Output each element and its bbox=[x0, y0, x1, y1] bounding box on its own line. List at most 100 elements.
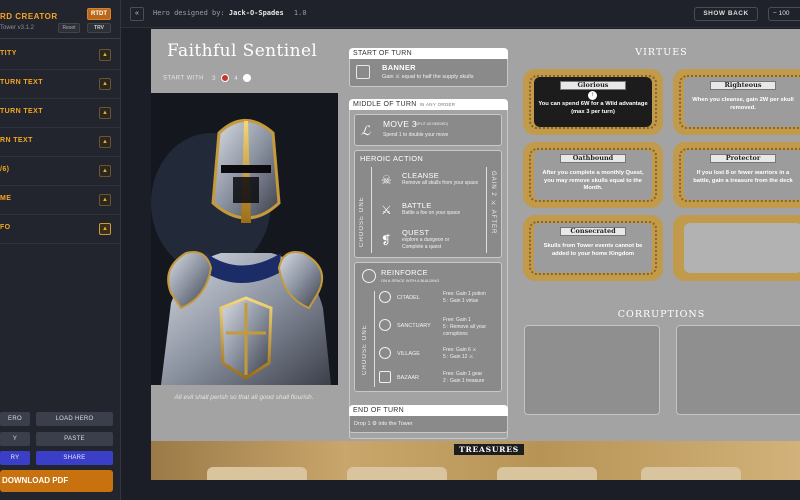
virtue-card-glorious[interactable]: Glorious ↑ You can spend 6W for a Wild a… bbox=[523, 69, 663, 135]
virtue-card-consecrated[interactable]: Consecrated Skulls from Tower events can… bbox=[523, 215, 663, 281]
virtue-card-protector[interactable]: Protector If you lost 8 or fewer warrior… bbox=[673, 142, 800, 208]
divider bbox=[374, 291, 375, 387]
banner-icon bbox=[356, 65, 370, 79]
rtdt-button[interactable]: RTDT bbox=[87, 8, 111, 20]
virtue-text: After you complete a monthly Quest, you … bbox=[542, 170, 644, 191]
designer-prefix: Hero designed by: bbox=[153, 9, 225, 17]
hero-portrait bbox=[151, 93, 338, 385]
virtue-body: Righteous When you cleanse, gain 2W per … bbox=[684, 77, 800, 127]
hero-name: Faithful Sentinel bbox=[167, 41, 318, 61]
save-hero-button[interactable]: ERO bbox=[0, 412, 30, 426]
load-hero-button[interactable]: LOAD HERO bbox=[36, 412, 113, 426]
section-label: /6) bbox=[0, 166, 10, 173]
treasure-slot[interactable] bbox=[207, 467, 307, 480]
start-of-turn-heading: START OF TURN bbox=[349, 48, 508, 59]
treasure-slot[interactable] bbox=[347, 467, 447, 480]
corruption-slot[interactable] bbox=[524, 325, 660, 415]
show-back-button[interactable]: SHOW BACK bbox=[694, 7, 758, 21]
sword-icon: ⚔ bbox=[381, 203, 392, 217]
start-with-label: START WITH bbox=[163, 75, 204, 82]
collapse-sidebar-button[interactable]: « bbox=[130, 7, 144, 21]
building-name: SANCTUARY bbox=[397, 323, 431, 329]
action-text: Complete a quest bbox=[402, 244, 442, 250]
choose-one-label: CHOOSE ONE bbox=[359, 196, 365, 247]
building-pay: 2 : Gain 1 treasure bbox=[443, 378, 485, 384]
reset-button[interactable]: Reset bbox=[58, 23, 80, 33]
chevron-up-icon[interactable]: ▲ bbox=[99, 78, 111, 90]
chevron-up-icon[interactable]: ▲ bbox=[99, 107, 111, 119]
designer-name: Jack-O-Spades bbox=[228, 9, 284, 17]
virtue-body: Glorious ↑ You can spend 6W for a Wild a… bbox=[534, 77, 652, 127]
chevron-up-icon[interactable]: ▲ bbox=[99, 194, 111, 206]
virtue-body: Consecrated Skulls from Tower events can… bbox=[534, 223, 652, 273]
reinforce-panel: REINFORCE ON A SPACE WITH A BUILDING CHO… bbox=[354, 262, 502, 392]
app-root: RD CREATOR Tower v3.1.2 RTDT Reset TRV T… bbox=[0, 0, 800, 500]
action-name: BATTLE bbox=[402, 201, 432, 210]
corruption-slot[interactable] bbox=[676, 325, 800, 415]
treasure-slot[interactable] bbox=[497, 467, 597, 480]
section-label: TITY bbox=[0, 50, 17, 57]
sidebar-section-identity[interactable]: TITY ▲ bbox=[0, 41, 120, 70]
choose-one-label: CHOOSE ONE bbox=[362, 324, 368, 375]
copy-button[interactable]: Y bbox=[0, 432, 30, 446]
sidebar-section-theme[interactable]: ME ▲ bbox=[0, 186, 120, 215]
end-of-turn-text: Drop 1 ⚙ into the Tower bbox=[354, 421, 413, 427]
sanctuary-icon bbox=[379, 319, 391, 331]
sidebar-section-virtues[interactable]: /6) ▲ bbox=[0, 157, 120, 186]
virtue-body: Oathbound After you complete a monthly Q… bbox=[534, 150, 652, 200]
virtue-body: Protector If you lost 8 or fewer warrior… bbox=[684, 150, 800, 200]
chevron-up-icon[interactable]: ▲ bbox=[99, 136, 111, 148]
end-of-turn-heading: END OF TURN bbox=[349, 405, 508, 416]
divider bbox=[486, 167, 487, 253]
reinforce-note: ON A SPACE WITH A BUILDING bbox=[381, 278, 440, 283]
gallery-button[interactable]: RY bbox=[0, 451, 30, 465]
chevron-up-icon[interactable]: ▲ bbox=[99, 223, 111, 235]
heroic-action-title: HEROIC ACTION bbox=[360, 154, 424, 163]
move-note: (SPLIT AS NEEDED) bbox=[415, 122, 449, 126]
treasure-slot[interactable] bbox=[641, 467, 741, 480]
virtue-card-righteous[interactable]: Righteous When you cleanse, gain 2W per … bbox=[673, 69, 800, 135]
virtue-name: Oathbound bbox=[560, 154, 626, 163]
sidebar-section-middle-turn-text[interactable]: TURN TEXT ▲ bbox=[0, 99, 120, 128]
treasures-title: TREASURES bbox=[454, 444, 524, 455]
treasures-strip: TREASURES bbox=[151, 441, 800, 480]
virtue-slot-empty[interactable] bbox=[673, 215, 800, 281]
sidebar-section-info[interactable]: FO ▲ bbox=[0, 215, 120, 244]
drop-icon bbox=[243, 74, 252, 82]
building-name: CITADEL bbox=[397, 295, 420, 301]
skull-icon: ☠ bbox=[381, 173, 392, 187]
zoom-control[interactable]: − 100 bbox=[768, 7, 800, 21]
hero-quote: All evil shall perish so that all good s… bbox=[174, 394, 314, 401]
virtue-card-oathbound[interactable]: Oathbound After you complete a monthly Q… bbox=[523, 142, 663, 208]
corruptions-title: CORRUPTIONS bbox=[617, 309, 706, 320]
download-pdf-button[interactable]: DOWNLOAD PDF bbox=[0, 470, 113, 492]
paste-button[interactable]: PASTE bbox=[36, 432, 113, 446]
chevron-up-icon[interactable]: ▲ bbox=[99, 165, 111, 177]
middle-of-turn-panel: ℒ MOVE 3 (SPLIT AS NEEDED) Spend 1 to do… bbox=[349, 110, 508, 439]
banner-title: BANNER bbox=[382, 63, 416, 72]
virtue-text: Skulls from Tower events cannot be added… bbox=[543, 243, 643, 257]
hero-card: Faithful Sentinel START WITH 3 4 All evi… bbox=[151, 29, 800, 480]
app-version: Tower v3.1.2 bbox=[0, 25, 35, 31]
sidebar-section-start-turn-text[interactable]: TURN TEXT ▲ bbox=[0, 70, 120, 99]
building-pay: 5 : Gain 1 virtue bbox=[443, 298, 479, 304]
share-button[interactable]: SHARE bbox=[36, 451, 113, 465]
reinforce-title: REINFORCE bbox=[381, 268, 428, 277]
gain-after-label: GAIN 2 ⚔ AFTER bbox=[490, 171, 496, 235]
section-label: RN TEXT bbox=[0, 137, 33, 144]
banner-text: Gain ⚔ equal to half the supply skulls bbox=[382, 74, 474, 80]
sidebar: RD CREATOR Tower v3.1.2 RTDT Reset TRV T… bbox=[0, 0, 121, 500]
move-title: MOVE 3 bbox=[383, 119, 417, 129]
bazaar-icon bbox=[379, 371, 391, 383]
start-with: START WITH 3 4 bbox=[163, 74, 252, 82]
trv-button[interactable]: TRV bbox=[87, 23, 111, 33]
heroic-action-panel: HEROIC ACTION CHOOSE ONE GAIN 2 ⚔ AFTER … bbox=[354, 150, 502, 258]
middle-of-turn-heading: MIDDLE OF TURN IN ANY ORDER bbox=[349, 99, 508, 110]
action-name: QUEST bbox=[402, 228, 430, 237]
chevron-up-icon[interactable]: ▲ bbox=[99, 49, 111, 61]
virtues-title: VIRTUES bbox=[635, 47, 688, 58]
move-text: Spend 1 to double your move bbox=[383, 132, 449, 138]
section-label: ME bbox=[0, 195, 12, 202]
sidebar-section-end-turn-text[interactable]: RN TEXT ▲ bbox=[0, 128, 120, 157]
end-of-turn-panel: Drop 1 ⚙ into the Tower bbox=[349, 416, 508, 433]
